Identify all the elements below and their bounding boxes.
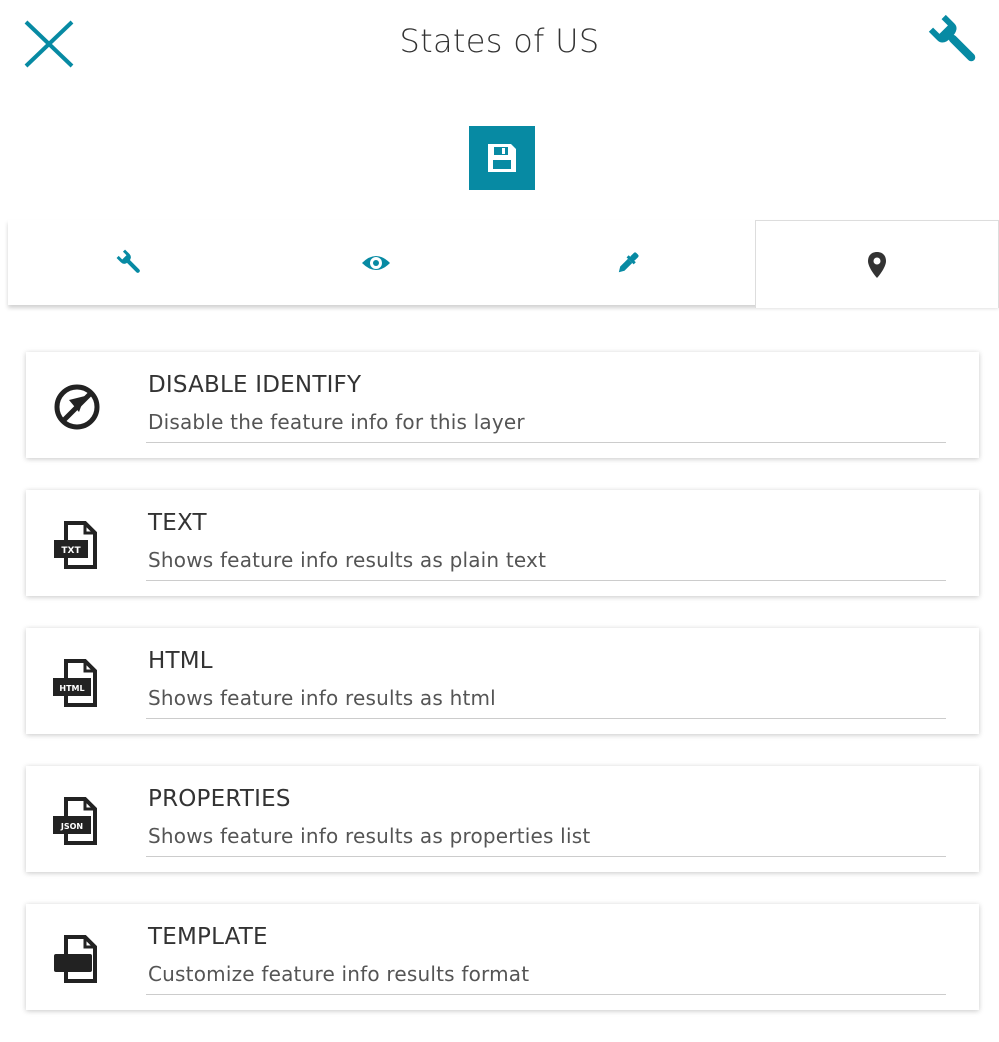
header: States of US bbox=[0, 0, 999, 100]
option-description: Customize feature info results format bbox=[148, 962, 530, 986]
tab-feature-info[interactable] bbox=[755, 220, 999, 308]
divider bbox=[146, 442, 946, 443]
floppy-disk-icon bbox=[488, 144, 516, 172]
list-item-disable-identify[interactable]: DISABLE IDENTIFY Disable the feature inf… bbox=[26, 352, 979, 458]
feature-info-format-list: DISABLE IDENTIFY Disable the feature inf… bbox=[26, 352, 979, 1042]
html-file-icon: HTML bbox=[50, 656, 104, 710]
option-title: HTML bbox=[148, 648, 213, 674]
list-item-template[interactable]: TEMPLATE Customize feature info results … bbox=[26, 904, 979, 1010]
wrench-icon bbox=[928, 14, 976, 62]
json-file-icon: JSON bbox=[50, 794, 104, 848]
eye-icon bbox=[362, 255, 390, 270]
tab-style[interactable] bbox=[500, 220, 755, 305]
list-item-text[interactable]: TXT TEXT Shows feature info results as p… bbox=[26, 490, 979, 596]
option-description: Shows feature info results as properties… bbox=[148, 824, 591, 848]
disable-identify-icon bbox=[50, 380, 104, 434]
option-description: Shows feature info results as html bbox=[148, 686, 496, 710]
option-description: Shows feature info results as plain text bbox=[148, 548, 547, 572]
option-title: DISABLE IDENTIFY bbox=[148, 372, 362, 398]
list-item-html[interactable]: HTML HTML Shows feature info results as … bbox=[26, 628, 979, 734]
txt-file-icon: TXT bbox=[50, 518, 104, 572]
option-title: TEMPLATE bbox=[148, 924, 268, 950]
tab-general[interactable] bbox=[8, 220, 252, 305]
list-item-properties[interactable]: JSON PROPERTIES Shows feature info resul… bbox=[26, 766, 979, 872]
option-description: Disable the feature info for this layer bbox=[148, 410, 525, 434]
divider bbox=[146, 580, 946, 581]
file-badge-label: HTML bbox=[59, 684, 84, 693]
divider bbox=[146, 994, 946, 995]
option-title: PROPERTIES bbox=[148, 786, 291, 812]
tab-display[interactable] bbox=[252, 220, 500, 305]
tab-bar bbox=[8, 220, 999, 308]
tools-button[interactable] bbox=[926, 12, 984, 70]
dropper-icon bbox=[618, 252, 638, 272]
file-badge-label: JSON bbox=[60, 822, 83, 831]
save-button[interactable] bbox=[469, 126, 535, 190]
divider bbox=[146, 718, 946, 719]
divider bbox=[146, 856, 946, 857]
wrench-icon bbox=[116, 249, 140, 273]
option-title: TEXT bbox=[148, 510, 207, 536]
template-file-icon bbox=[50, 932, 104, 986]
page-title: States of US bbox=[399, 22, 600, 60]
map-marker-icon bbox=[868, 251, 886, 278]
file-badge-label: TXT bbox=[61, 546, 81, 556]
